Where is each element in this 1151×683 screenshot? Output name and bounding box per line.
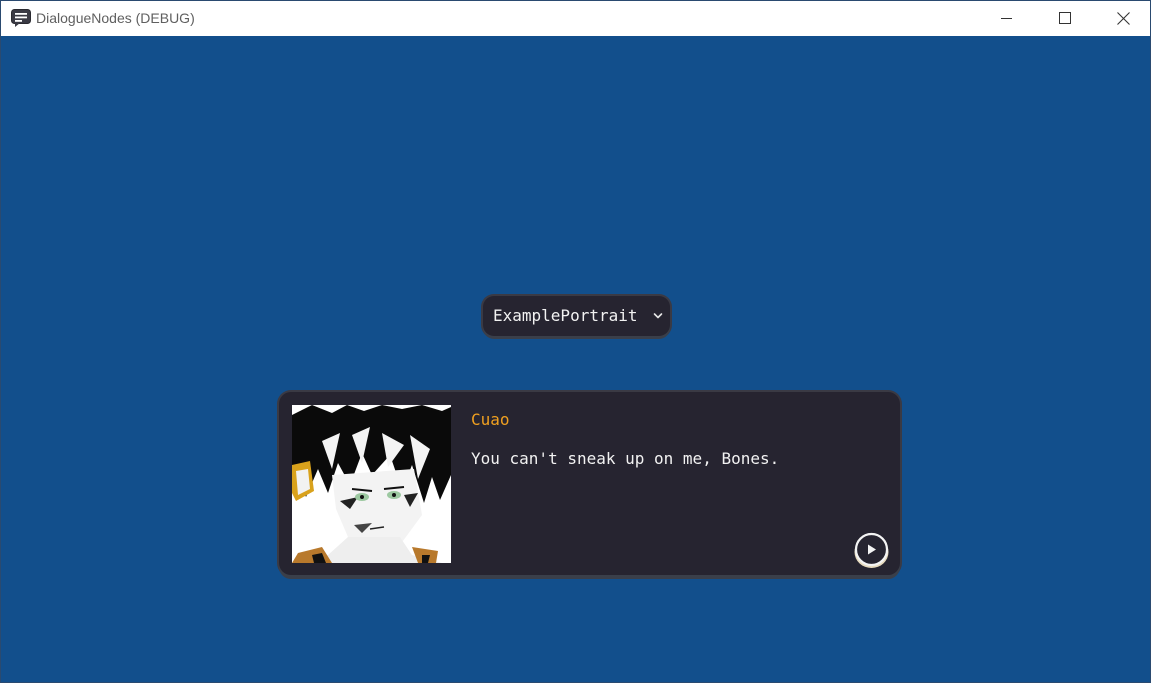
speaker-name: Cuao <box>471 410 510 429</box>
minimize-button[interactable] <box>984 1 1030 35</box>
app-window: DialogueNodes (DEBUG) ExamplePortrait Cu… <box>0 0 1151 683</box>
dialogue-box: Cuao You can't sneak up on me, Bones. <box>279 392 900 575</box>
character-portrait <box>292 405 451 563</box>
chevron-down-icon <box>653 313 663 319</box>
minimize-icon <box>1001 18 1012 19</box>
title-bar[interactable]: DialogueNodes (DEBUG) <box>1 1 1150 36</box>
game-viewport: ExamplePortrait Cuao You can't sneak up … <box>1 36 1150 682</box>
portrait-image <box>292 405 451 563</box>
maximize-icon <box>1059 12 1071 24</box>
maximize-button[interactable] <box>1042 1 1088 35</box>
chat-bubble-icon <box>11 9 31 27</box>
window-title: DialogueNodes (DEBUG) <box>36 10 195 26</box>
close-button[interactable] <box>1100 1 1146 35</box>
portrait-dropdown[interactable]: ExamplePortrait <box>483 296 670 336</box>
close-icon <box>1116 11 1130 25</box>
play-icon[interactable] <box>853 532 890 569</box>
portrait-dropdown-value: ExamplePortrait <box>493 306 638 325</box>
dialogue-text: You can't sneak up on me, Bones. <box>471 449 780 468</box>
